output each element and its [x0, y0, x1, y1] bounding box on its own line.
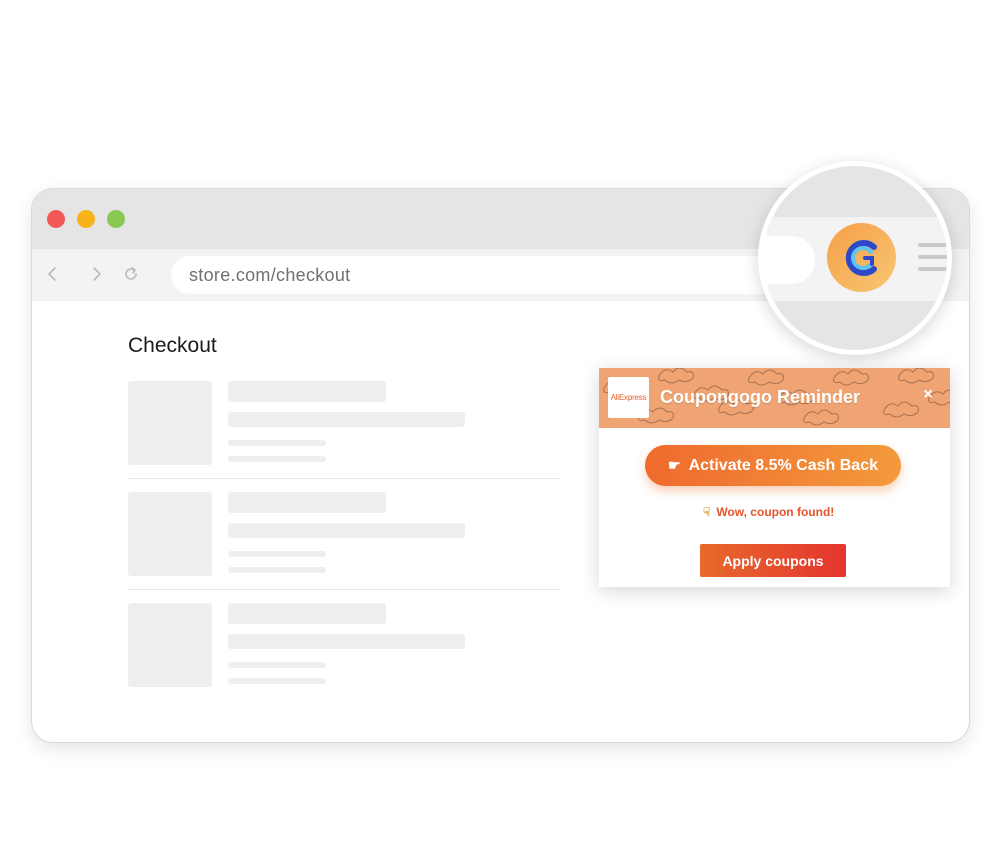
product-subtitle-placeholder [228, 523, 465, 538]
magnified-address-bar [763, 236, 815, 284]
close-window-button[interactable] [47, 210, 65, 228]
minimize-window-button[interactable] [77, 210, 95, 228]
product-meta-placeholder [228, 567, 326, 573]
pointing-hand-icon: ☛ [668, 457, 681, 473]
pointing-down-hand-icon: ☟ [703, 505, 711, 519]
store-logo: AliExpress [608, 377, 649, 418]
hamburger-menu-icon[interactable] [918, 243, 947, 271]
product-image-placeholder [128, 381, 212, 465]
popup-header: AliExpress Coupongogo Reminder × [599, 368, 950, 428]
product-image-placeholder [128, 603, 212, 687]
forward-icon[interactable] [85, 263, 107, 285]
coupon-status: ☟ Wow, coupon found! [703, 505, 834, 519]
product-meta-placeholder [228, 551, 326, 557]
coupon-popup: AliExpress Coupongogo Reminder × ☛ Activ… [599, 368, 950, 587]
coupongogo-logo-icon[interactable] [827, 223, 896, 292]
activate-cashback-button[interactable]: ☛ Activate 8.5% Cash Back [645, 445, 901, 486]
back-icon[interactable] [42, 263, 64, 285]
activate-cashback-label: Activate 8.5% Cash Back [688, 456, 878, 474]
apply-coupons-button[interactable]: Apply coupons [700, 544, 846, 577]
product-meta-placeholder [228, 456, 326, 462]
reload-icon[interactable] [120, 263, 142, 285]
close-icon[interactable]: × [919, 386, 937, 404]
product-image-placeholder [128, 492, 212, 576]
coupon-status-text: Wow, coupon found! [716, 505, 835, 519]
product-title-placeholder [228, 381, 386, 402]
product-title-placeholder [228, 603, 386, 624]
item-divider [128, 589, 560, 590]
address-bar[interactable]: store.com/checkout [171, 256, 791, 294]
popup-title: Coupongogo Reminder [660, 387, 860, 407]
item-divider [128, 478, 560, 479]
product-meta-placeholder [228, 662, 326, 668]
product-title-placeholder [228, 492, 386, 513]
product-subtitle-placeholder [228, 412, 465, 427]
toolbar-magnifier [758, 161, 952, 355]
page-title: Checkout [128, 334, 217, 357]
product-meta-placeholder [228, 678, 326, 684]
maximize-window-button[interactable] [107, 210, 125, 228]
product-meta-placeholder [228, 440, 326, 446]
product-subtitle-placeholder [228, 634, 465, 649]
